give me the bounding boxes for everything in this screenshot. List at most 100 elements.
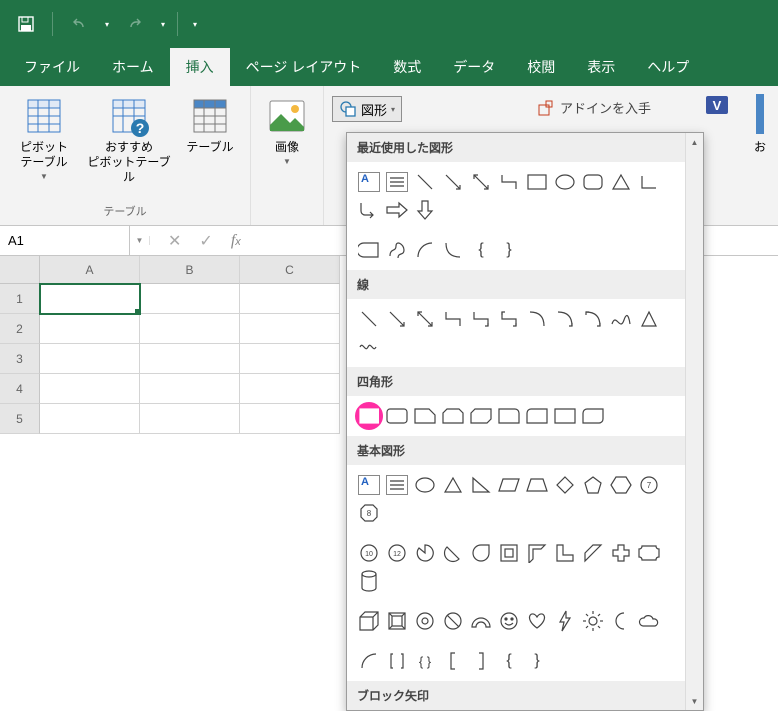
visio-addin-icon[interactable]: V bbox=[704, 92, 730, 123]
cell[interactable] bbox=[140, 404, 240, 434]
shape-right-triangle[interactable] bbox=[467, 471, 495, 499]
shape-round-single[interactable] bbox=[523, 402, 551, 430]
shape-triangle[interactable] bbox=[439, 471, 467, 499]
shape-parallelogram[interactable] bbox=[495, 471, 523, 499]
shape-diagonal-stripe[interactable] bbox=[579, 539, 607, 567]
get-addins-button[interactable]: アドインを入手 bbox=[538, 98, 651, 117]
shape-oval[interactable] bbox=[411, 471, 439, 499]
shape-half-frame[interactable] bbox=[523, 539, 551, 567]
shape-double-brace[interactable]: { } bbox=[411, 647, 439, 675]
shape-octagon[interactable]: 8 bbox=[355, 499, 383, 527]
shape-rounded-rect[interactable] bbox=[579, 168, 607, 196]
row-header[interactable]: 4 bbox=[0, 374, 40, 404]
shape-l-shape[interactable] bbox=[551, 539, 579, 567]
shape-cross[interactable] bbox=[607, 539, 635, 567]
shape-connector-elbow-double[interactable] bbox=[495, 305, 523, 333]
shape-line[interactable] bbox=[411, 168, 439, 196]
shape-connector-curved-double[interactable] bbox=[579, 305, 607, 333]
cell[interactable] bbox=[240, 404, 340, 434]
shape-decagon[interactable]: 10 bbox=[355, 539, 383, 567]
shape-cube[interactable] bbox=[355, 607, 383, 635]
row-header[interactable]: 3 bbox=[0, 344, 40, 374]
shape-right-arrow[interactable] bbox=[383, 196, 411, 224]
shape-round-same-side[interactable] bbox=[551, 402, 579, 430]
select-all-corner[interactable] bbox=[0, 256, 40, 284]
shape-moon[interactable] bbox=[607, 607, 635, 635]
scroll-down-button[interactable]: ▼ bbox=[686, 692, 703, 710]
panel-scrollbar[interactable]: ▲ ▼ bbox=[685, 133, 703, 710]
tab-data[interactable]: データ bbox=[437, 48, 511, 86]
tab-view[interactable]: 表示 bbox=[571, 48, 631, 86]
shape-right-brace2[interactable]: } bbox=[523, 647, 551, 675]
cell[interactable] bbox=[40, 314, 140, 344]
shape-connector-curved[interactable] bbox=[523, 305, 551, 333]
shape-round-diag[interactable] bbox=[579, 402, 607, 430]
shape-dodecagon[interactable]: 12 bbox=[383, 539, 411, 567]
shape-left-bracket[interactable] bbox=[439, 647, 467, 675]
tab-insert[interactable]: 挿入 bbox=[170, 48, 230, 86]
shape-pentagon[interactable] bbox=[579, 471, 607, 499]
cell[interactable] bbox=[240, 344, 340, 374]
shape-cloud[interactable] bbox=[635, 607, 663, 635]
cell[interactable] bbox=[40, 374, 140, 404]
tab-formulas[interactable]: 数式 bbox=[377, 48, 437, 86]
shape-lightning[interactable] bbox=[551, 607, 579, 635]
shape-freeform[interactable] bbox=[383, 236, 411, 264]
redo-more[interactable]: ▾ bbox=[157, 6, 169, 42]
shape-freeform-tool[interactable] bbox=[635, 305, 663, 333]
shape-rectangle-highlighted[interactable] bbox=[355, 402, 383, 430]
cell[interactable] bbox=[140, 374, 240, 404]
shape-flowchart-alt[interactable] bbox=[355, 236, 383, 264]
shape-frame[interactable] bbox=[495, 539, 523, 567]
shape-snip-same-side[interactable] bbox=[439, 402, 467, 430]
shape-hexagon[interactable] bbox=[607, 471, 635, 499]
cell[interactable] bbox=[140, 284, 240, 314]
shape-line-double-arrow[interactable] bbox=[411, 305, 439, 333]
shape-triangle[interactable] bbox=[607, 168, 635, 196]
shape-can[interactable] bbox=[355, 567, 383, 595]
shape-curve[interactable] bbox=[439, 236, 467, 264]
shape-heptagon[interactable]: 7 bbox=[635, 471, 663, 499]
shape-snip-diag[interactable] bbox=[467, 402, 495, 430]
shape-bevel[interactable] bbox=[383, 607, 411, 635]
shape-connector-curved-arrow[interactable] bbox=[551, 305, 579, 333]
shape-right-brace[interactable]: } bbox=[495, 236, 523, 264]
shape-plaque[interactable] bbox=[635, 539, 663, 567]
shape-double-bracket[interactable] bbox=[383, 647, 411, 675]
name-box[interactable] bbox=[0, 226, 130, 255]
shape-right-bracket[interactable] bbox=[467, 647, 495, 675]
shape-donut[interactable] bbox=[411, 607, 439, 635]
shape-scribble[interactable] bbox=[355, 333, 383, 361]
col-header[interactable]: C bbox=[240, 256, 340, 284]
shape-left-brace[interactable]: { bbox=[467, 236, 495, 264]
cell[interactable] bbox=[240, 374, 340, 404]
col-header[interactable]: A bbox=[40, 256, 140, 284]
shape-snip-single[interactable] bbox=[411, 402, 439, 430]
shape-line[interactable] bbox=[355, 305, 383, 333]
shape-text-vertical[interactable] bbox=[386, 475, 408, 495]
tab-home[interactable]: ホーム bbox=[96, 48, 170, 86]
tab-review[interactable]: 校閲 bbox=[511, 48, 571, 86]
shape-smiley[interactable] bbox=[495, 607, 523, 635]
shape-teardrop[interactable] bbox=[467, 539, 495, 567]
cell[interactable] bbox=[40, 344, 140, 374]
table-button[interactable]: テーブル bbox=[178, 92, 242, 159]
shape-line-arrow[interactable] bbox=[383, 305, 411, 333]
scroll-up-button[interactable]: ▲ bbox=[686, 133, 703, 151]
tab-pagelayout[interactable]: ページ レイアウト bbox=[230, 48, 378, 86]
cell[interactable] bbox=[240, 314, 340, 344]
shape-connector-elbow[interactable] bbox=[495, 168, 523, 196]
shape-trapezoid[interactable] bbox=[523, 471, 551, 499]
other-addin-button[interactable]: お bbox=[746, 94, 774, 155]
shape-arc[interactable] bbox=[411, 236, 439, 264]
shapes-dropdown-button[interactable]: 図形 ▾ bbox=[332, 96, 402, 122]
name-box-dropdown[interactable]: ▼ bbox=[130, 236, 150, 245]
tab-file[interactable]: ファイル bbox=[8, 48, 96, 86]
shape-no-symbol[interactable] bbox=[439, 607, 467, 635]
shape-line-double-arrow[interactable] bbox=[467, 168, 495, 196]
shape-text-vertical[interactable] bbox=[386, 172, 408, 192]
row-header[interactable]: 5 bbox=[0, 404, 40, 434]
cell[interactable] bbox=[140, 344, 240, 374]
shape-line-arrow[interactable] bbox=[439, 168, 467, 196]
shape-textbox[interactable] bbox=[358, 475, 380, 495]
